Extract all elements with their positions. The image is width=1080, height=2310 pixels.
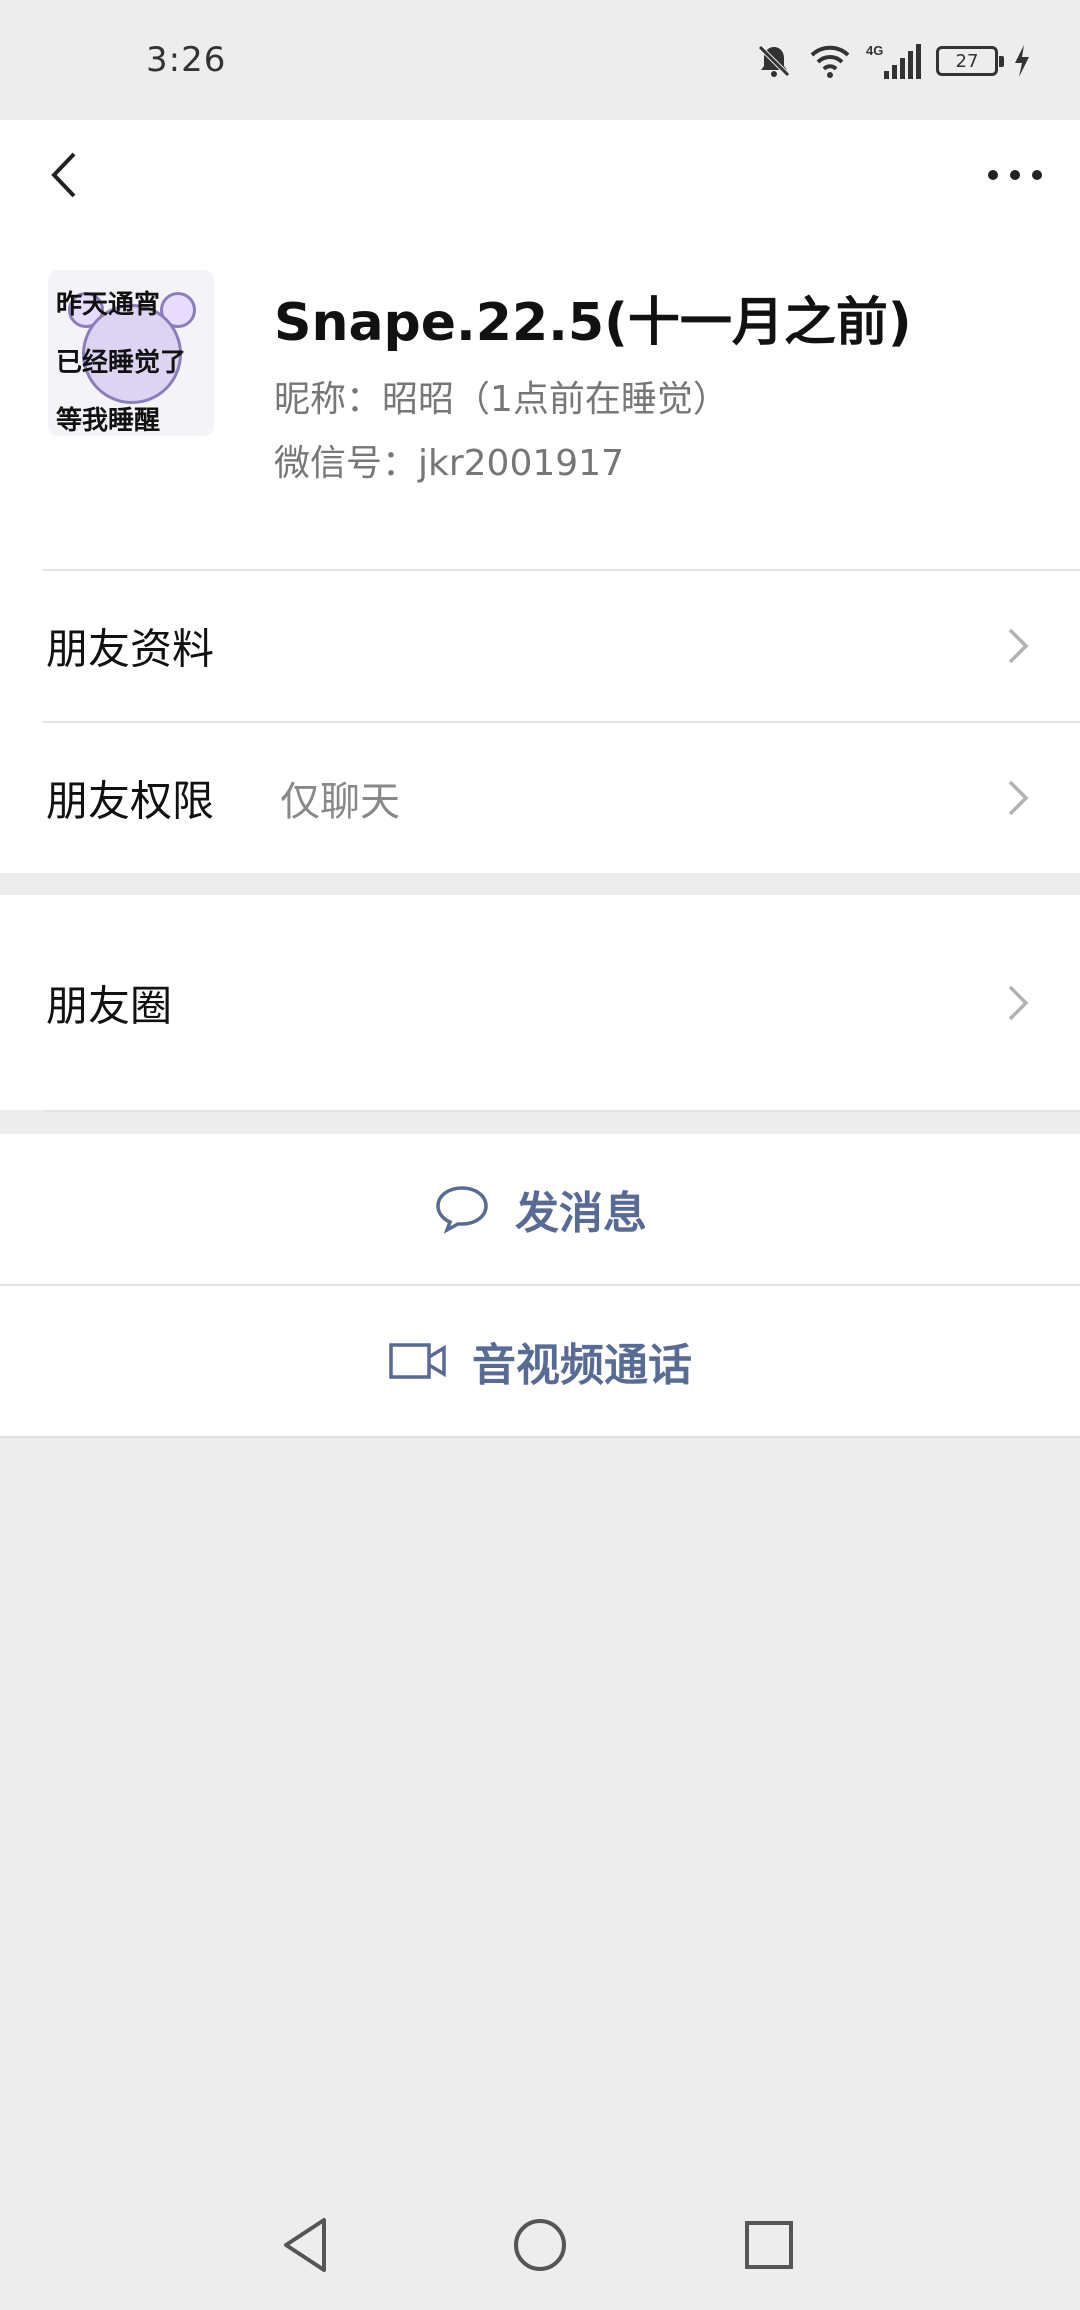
divider [0, 1436, 1080, 1438]
circle-home-icon [514, 2219, 566, 2271]
wifi-icon [810, 45, 850, 78]
wechat-id: 微信号：jkr2001917 [274, 443, 624, 484]
nav-back-button[interactable] [272, 2210, 342, 2280]
more-button[interactable] [980, 140, 1050, 210]
system-nav-bar [0, 2180, 1080, 2310]
friend-profile-label: 朋友资料 [46, 624, 215, 674]
triangle-back-icon [284, 2218, 326, 2272]
chevron-right-icon [1008, 985, 1029, 1020]
moments-row[interactable]: 朋友圈 [0, 895, 1080, 1110]
nav-home-button[interactable] [505, 2210, 575, 2280]
avatar-caption-3: 等我睡醒 [56, 406, 161, 436]
avatar[interactable]: 昨天通宵 已经睡觉了 等我睡醒 [48, 270, 214, 436]
profile-header: 昨天通宵 已经睡觉了 等我睡醒 Snape.22.5(十一月之前) 昵称：昭昭（… [0, 230, 1080, 570]
send-message-button[interactable]: 发消息 [0, 1134, 1080, 1284]
nav-bar [0, 120, 1080, 230]
friend-permissions-row[interactable]: 朋友权限 仅聊天 [0, 723, 1080, 873]
nickname: 昵称：昭昭（1点前在睡觉） [274, 379, 729, 420]
send-message-label: 发消息 [515, 1188, 647, 1239]
mute-bell-icon [758, 45, 790, 77]
charging-icon [1015, 45, 1029, 77]
section-gap [0, 873, 1080, 895]
status-icons: 4G 27 [754, 36, 1032, 86]
video-camera-icon [389, 1343, 446, 1379]
section-gap [0, 1112, 1080, 1134]
back-button[interactable] [30, 140, 100, 210]
friend-profile-row[interactable]: 朋友资料 [0, 571, 1080, 721]
network-type: 4G [866, 43, 883, 58]
battery-level: 27 [955, 50, 979, 72]
video-call-button[interactable]: 音视频通话 [0, 1286, 1080, 1436]
avatar-caption-1: 昨天通宵 [56, 290, 161, 320]
square-recents-icon [745, 2221, 793, 2269]
video-call-label: 音视频通话 [472, 1340, 692, 1391]
more-dots-icon [988, 170, 1042, 180]
chevron-left-icon [51, 152, 76, 198]
status-time: 3:26 [146, 40, 227, 80]
chevron-right-icon [1008, 628, 1029, 664]
friend-permissions-label: 朋友权限 [46, 776, 215, 826]
moments-label: 朋友圈 [46, 981, 173, 1030]
signal-icon: 4G [866, 43, 921, 79]
chat-bubble-icon [436, 1186, 488, 1234]
friend-permissions-value: 仅聊天 [280, 779, 400, 825]
avatar-caption-2: 已经睡觉了 [56, 348, 187, 378]
status-bar: 3:26 4G 27 [0, 0, 1080, 120]
nav-recents-button[interactable] [734, 2210, 804, 2280]
battery-icon: 27 [936, 46, 1004, 76]
display-name: Snape.22.5(十一月之前) [274, 293, 912, 353]
chevron-right-icon [1008, 780, 1029, 816]
